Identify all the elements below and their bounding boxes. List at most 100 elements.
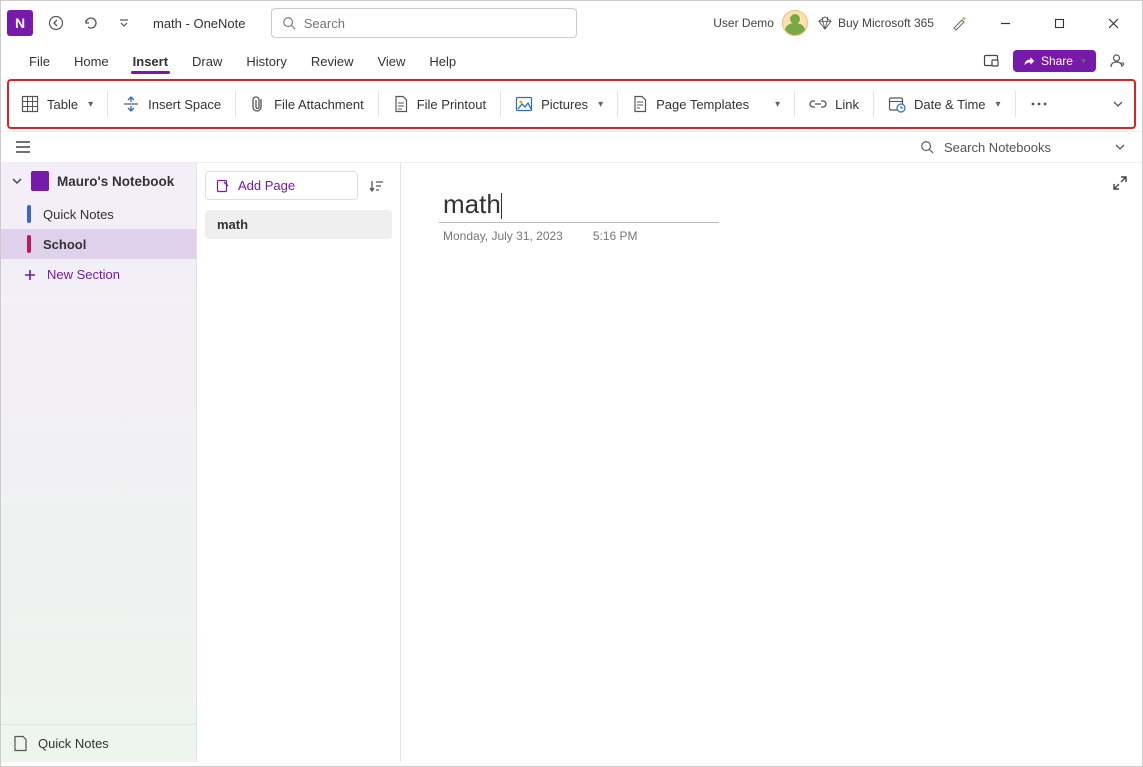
chevron-down-icon: ▾ — [775, 99, 780, 110]
buy-label: Buy Microsoft 365 — [838, 16, 934, 30]
presentation-icon — [983, 53, 999, 69]
separator — [617, 91, 618, 117]
share-button[interactable]: Share ▾ — [1013, 50, 1096, 72]
note-canvas[interactable]: math Monday, July 31, 2023 5:16 PM — [401, 163, 1142, 762]
global-search[interactable] — [271, 8, 577, 38]
ribbon-date-time-button[interactable]: Date & Time ▾ — [884, 93, 1005, 115]
window-minimize-button[interactable] — [984, 8, 1028, 38]
menu-view[interactable]: View — [365, 50, 417, 73]
ribbon-table-button[interactable]: Table ▾ — [17, 93, 97, 115]
titlebar: N math - OneNote User Demo Buy Microsoft… — [1, 1, 1142, 45]
search-icon — [920, 140, 934, 154]
page-icon — [13, 735, 28, 752]
quick-notes-footer-label: Quick Notes — [38, 736, 109, 751]
chevron-down-icon — [1114, 141, 1126, 153]
chevron-down-icon — [1112, 98, 1124, 110]
collapse-ribbon-button[interactable] — [1112, 98, 1124, 110]
sort-pages-button[interactable] — [368, 179, 392, 193]
add-page-icon — [216, 179, 230, 193]
notebooks-search[interactable]: Search Notebooks — [914, 138, 1132, 157]
menu-file[interactable]: File — [17, 50, 62, 73]
global-search-input[interactable] — [304, 16, 566, 31]
separator — [1015, 91, 1016, 117]
buy-microsoft-365-link[interactable]: Buy Microsoft 365 — [818, 16, 934, 30]
ribbon-file-attachment-button[interactable]: File Attachment — [246, 93, 368, 115]
chevron-down-icon — [11, 175, 23, 187]
note-title-text: math — [443, 189, 501, 219]
add-page-label: Add Page — [238, 178, 295, 193]
ribbon-file-printout-button[interactable]: File Printout — [389, 93, 490, 115]
ribbon-pictures-label: Pictures — [541, 97, 588, 112]
separator — [378, 91, 379, 117]
insert-space-icon — [122, 95, 140, 113]
ribbon-page-templates-button[interactable]: Page Templates ▾ — [628, 93, 784, 115]
text-caret-icon — [501, 193, 502, 219]
qat-customize-button[interactable] — [109, 8, 139, 38]
avatar-icon — [782, 10, 808, 36]
fullscreen-button[interactable] — [1112, 175, 1128, 191]
separator — [794, 91, 795, 117]
body: Mauro's Notebook Quick Notes School New S… — [1, 163, 1142, 762]
menu-review[interactable]: Review — [299, 50, 366, 73]
section-item[interactable]: Quick Notes — [1, 199, 196, 229]
expand-icon — [1112, 175, 1128, 191]
ribbon-date-time-label: Date & Time — [914, 97, 986, 112]
calendar-clock-icon — [888, 95, 906, 113]
menu-home[interactable]: Home — [62, 50, 121, 73]
undo-icon — [82, 15, 98, 31]
hamburger-icon — [15, 140, 31, 154]
menu-draw[interactable]: Draw — [180, 50, 234, 73]
menu-insert[interactable]: Insert — [121, 50, 180, 73]
ribbon-link-button[interactable]: Link — [805, 95, 863, 114]
sort-icon — [368, 179, 384, 193]
picture-icon — [515, 96, 533, 112]
ribbon-more-button[interactable] — [1026, 99, 1052, 109]
note-title-input[interactable]: math — [439, 183, 719, 223]
window-maximize-button[interactable] — [1038, 8, 1082, 38]
notebook-selector[interactable]: Mauro's Notebook — [1, 163, 196, 199]
ribbon-pictures-button[interactable]: Pictures ▾ — [511, 94, 607, 114]
new-section-label: New Section — [47, 267, 120, 282]
notebook-name: Mauro's Notebook — [57, 174, 174, 189]
maximize-icon — [1054, 18, 1065, 29]
section-color-chip — [27, 235, 31, 253]
sidebar: Mauro's Notebook Quick Notes School New S… — [1, 163, 197, 762]
menu-help[interactable]: Help — [417, 50, 468, 73]
insert-ribbon: Table ▾ Insert Space File Attachment Fil… — [7, 79, 1136, 129]
add-page-button[interactable]: Add Page — [205, 171, 358, 200]
ribbon-page-templates-label: Page Templates — [656, 97, 749, 112]
pen-tool-button[interactable] — [944, 8, 974, 38]
document-icon — [393, 95, 409, 113]
section-label: School — [43, 237, 86, 252]
navigation-toggle-button[interactable] — [7, 140, 39, 154]
section-item[interactable]: School — [1, 229, 196, 259]
window-close-button[interactable] — [1092, 8, 1136, 38]
note-date: Monday, July 31, 2023 — [443, 229, 563, 243]
search-icon — [282, 16, 296, 30]
back-button[interactable] — [41, 8, 71, 38]
user-account[interactable]: User Demo — [713, 10, 808, 36]
ribbon-file-printout-label: File Printout — [417, 97, 486, 112]
page-template-icon — [632, 95, 648, 113]
present-button[interactable] — [977, 47, 1005, 75]
menu-history[interactable]: History — [234, 50, 298, 73]
table-icon — [21, 95, 39, 113]
note-metadata: Monday, July 31, 2023 5:16 PM — [443, 229, 1122, 243]
chevron-down-icon: ▾ — [996, 99, 1001, 110]
user-name: User Demo — [713, 16, 774, 30]
separator — [107, 91, 108, 117]
page-item[interactable]: math — [205, 210, 392, 239]
undo-button[interactable] — [75, 8, 105, 38]
share-label: Share — [1041, 54, 1073, 68]
ribbon-insert-space-button[interactable]: Insert Space — [118, 93, 225, 115]
ellipsis-icon — [1030, 101, 1048, 107]
plus-icon — [23, 268, 37, 282]
quick-notes-footer-button[interactable]: Quick Notes — [1, 724, 196, 762]
note-time: 5:16 PM — [593, 229, 638, 243]
account-manager-button[interactable] — [1104, 47, 1132, 75]
close-icon — [1108, 18, 1119, 29]
new-section-button[interactable]: New Section — [1, 259, 196, 290]
section-color-chip — [27, 205, 31, 223]
notebooks-search-placeholder: Search Notebooks — [944, 140, 1104, 155]
secondary-bar: Search Notebooks — [1, 131, 1142, 163]
